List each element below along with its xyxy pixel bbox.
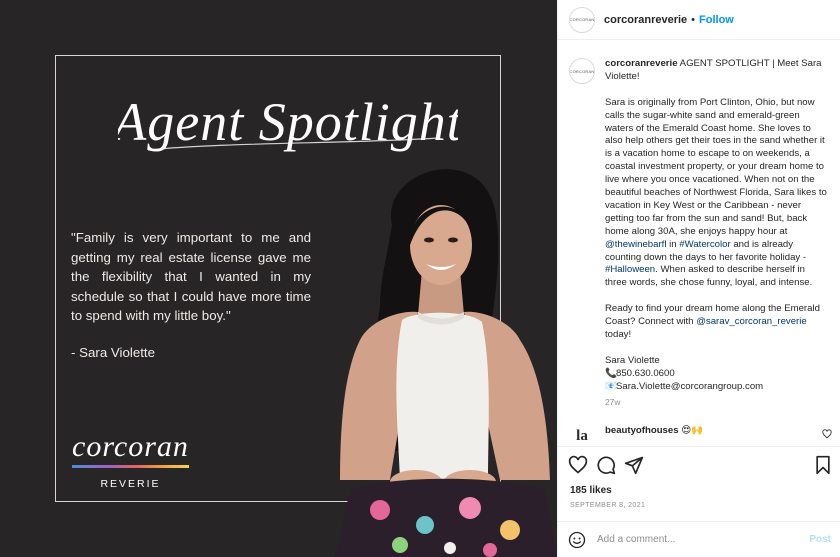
comment-bubble-icon[interactable] [596, 455, 616, 475]
post-header: CORCORAN corcoranreverie • Follow [558, 0, 840, 40]
follow-button[interactable]: Follow [699, 14, 734, 26]
comment-username[interactable]: beautyofhouses [605, 425, 679, 436]
save-bookmark-icon[interactable] [813, 455, 833, 475]
agent-quote: "Family is very important to me and gett… [71, 230, 311, 324]
caption-text: today! [605, 329, 632, 340]
caption-username[interactable]: corcoranreverie [605, 58, 678, 69]
add-comment-input[interactable] [597, 534, 810, 545]
signature-email: Sara.Violette@corcorangroup.com [616, 380, 764, 392]
hashtag-link-halloween[interactable]: #Halloween [605, 264, 655, 275]
caption-paragraph-2: Ready to find your dream home along the … [605, 303, 829, 342]
caption-age: 27w [605, 397, 621, 407]
post-image[interactable]: Agent Spotlight "Family is very importan… [0, 0, 557, 557]
post-comment-button[interactable]: Post [809, 534, 831, 545]
share-paper-plane-icon[interactable] [624, 455, 644, 475]
caption-avatar[interactable]: CORCORAN [569, 58, 595, 84]
comment-item: beautyofhouses 😍🙌 [605, 425, 703, 436]
signature-email-line: 📧Sara.Violette@corcorangroup.com [605, 381, 829, 394]
tag-link-winebar[interactable]: @thewinebarfl [605, 239, 666, 250]
post-actions: 185 likes SEPTEMBER 8, 2021 [558, 446, 840, 532]
like-heart-icon[interactable] [568, 455, 588, 475]
corcoran-logo-sub: REVERIE [100, 478, 161, 490]
email-icon: 📧 [605, 380, 617, 392]
comment-emoji: 😍🙌 [681, 425, 704, 436]
comments-scroll-area[interactable]: CORCORAN corcoranreverie AGENT SPOTLIGHT… [558, 41, 840, 446]
corcoran-logo-word: corcoran [72, 430, 189, 463]
comment-like-heart-icon[interactable] [822, 429, 832, 439]
separator-dot: • [691, 13, 696, 26]
caption-text: in [666, 238, 680, 250]
emoji-smiley-icon[interactable] [568, 531, 586, 549]
logo-gradient-bar [72, 465, 189, 468]
header-username[interactable]: corcoranreverie [604, 14, 687, 26]
avatar[interactable]: CORCORAN [569, 6, 595, 33]
hashtag-link-watercolor[interactable]: #Watercolor [679, 239, 730, 250]
comment-avatar[interactable]: la [569, 423, 595, 446]
caption-text: Sara is originally from Port Clinton, Oh… [605, 96, 827, 237]
signature-phone: 850.630.0600 [616, 367, 675, 379]
caption-signature: Sara Violette 📞850.630.0600 📧Sara.Violet… [605, 355, 829, 394]
signature-phone-line: 📞850.630.0600 [605, 368, 829, 381]
likes-count[interactable]: 185 likes [570, 485, 612, 496]
quote-attribution: - Sara Violette [71, 345, 156, 360]
agent-portrait [335, 169, 557, 557]
post-date: SEPTEMBER 8, 2021 [570, 502, 646, 509]
tag-link-sara[interactable]: @sarav_corcoran_reverie [696, 316, 807, 327]
caption-paragraph-1: Sara is originally from Port Clinton, Oh… [605, 97, 829, 291]
phone-icon: 📞 [605, 367, 617, 379]
post-side-panel: CORCORAN corcoranreverie • Follow CORCOR… [557, 0, 840, 557]
post-caption: corcoranreverie AGENT SPOTLIGHT | Meet S… [605, 58, 829, 394]
signature-name: Sara Violette [605, 354, 660, 366]
add-comment-bar: Post [558, 521, 840, 557]
